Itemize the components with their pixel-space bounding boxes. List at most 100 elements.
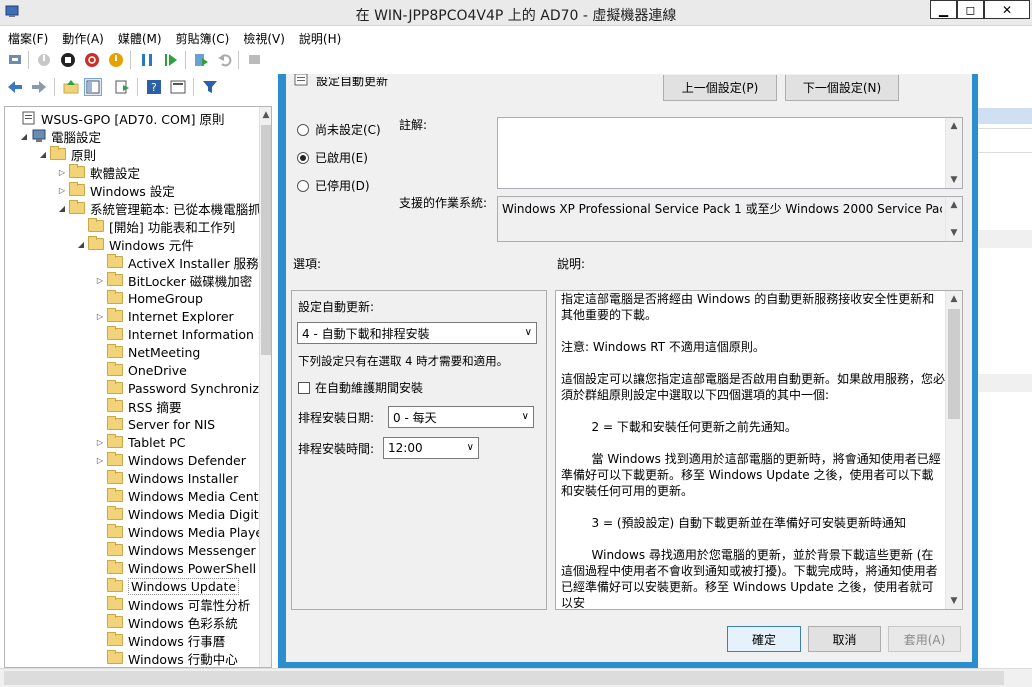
resume-icon[interactable] [162,51,180,69]
tree-computer-config[interactable]: ◢ 電腦設定 [19,127,101,145]
comment-textbox[interactable]: ▲ ▼ [497,117,963,189]
tree-vertical-scrollbar[interactable]: ▲ [259,107,271,667]
help-scrollbar[interactable]: ▲ ▼ [945,291,962,609]
tree-component-item[interactable]: Internet Information Se [95,325,271,343]
expanded-arrow-icon[interactable]: ◢ [19,132,29,141]
maintenance-checkbox[interactable]: 在自動維護期間安裝 [298,379,423,396]
radio-not-configured[interactable]: 尚未設定(C) [297,121,381,138]
tree-component-item[interactable]: ActiveX Installer 服務 [95,253,259,271]
tree-component-item[interactable]: ▷ BitLocker 磁碟機加密 [95,271,252,289]
tree-component-item[interactable]: Windows Media Playe [95,523,263,541]
radio-disabled[interactable]: 已停用(D) [297,177,370,194]
apply-button[interactable]: 套用(A) [888,626,961,652]
radio-circle[interactable] [297,179,309,192]
restore-button[interactable]: ◻ [957,0,984,19]
menu-media[interactable]: 媒體(M) [110,27,168,47]
tree-component-item[interactable]: Server for NIS [95,415,215,433]
horizontal-scrollbar[interactable] [0,668,1032,687]
show-tree-icon[interactable] [84,78,102,96]
expanded-arrow-icon[interactable]: ◢ [57,204,67,213]
tree-admin-templates[interactable]: ◢ 系統管理範本: 已從本機電腦抓 [57,199,261,217]
collapsed-arrow-icon[interactable]: ▷ [95,456,105,465]
tree-windows-components[interactable]: ◢ Windows 元件 [76,235,194,253]
tree-component-item[interactable]: ▷ Windows Defender [95,451,246,469]
next-setting-button[interactable]: 下一個設定(N) [785,75,899,101]
tree-component-item[interactable]: Windows Media Digita [95,505,266,523]
tree-component-item[interactable]: NetMeeting [95,343,200,361]
ok-button[interactable]: 確定 [727,626,801,652]
export-list-icon[interactable] [113,78,131,96]
install-day-dropdown[interactable]: 0 - 每天 ∨ [388,406,534,428]
comment-scrollbar[interactable]: ▲ ▼ [945,118,962,188]
collapsed-arrow-icon[interactable]: ▷ [57,168,67,177]
minimize-button[interactable]: ▁ [930,0,957,19]
tree-component-item[interactable]: OneDrive [95,361,187,379]
checkbox-box[interactable] [298,381,310,394]
shutdown-icon[interactable] [83,51,101,69]
radio-enabled[interactable]: 已啟用(E) [297,149,368,166]
collapsed-arrow-icon[interactable]: ▷ [95,438,105,447]
scroll-down-icon[interactable]: ▼ [946,593,962,609]
scroll-up-icon[interactable]: ▲ [946,291,962,307]
tree-component-item[interactable]: Windows 行動中心 [95,649,238,667]
tree-root[interactable]: WSUS-GPO [AD70. COM] 原則 [9,109,225,127]
prev-setting-button[interactable]: 上一個設定(P) [663,75,777,101]
tree-scroll-thumb[interactable] [261,125,271,355]
help-icon[interactable]: ? [145,78,163,96]
tree-component-item[interactable]: Windows 可靠性分析 [95,595,250,613]
tree-software-settings[interactable]: ▷ 軟體設定 [57,163,140,181]
tree-component-item[interactable]: HomeGroup [95,289,203,307]
checkpoint-icon[interactable] [192,51,210,69]
pause-icon[interactable] [138,51,156,69]
save-state-icon[interactable] [107,51,125,69]
radio-circle-selected[interactable] [297,151,309,164]
tree-component-item[interactable]: Windows Installer [95,469,238,487]
tree-component-item[interactable]: Password Synchronizat [95,379,271,397]
tree-component-item[interactable]: Windows Messenger [95,541,256,559]
revert-icon[interactable] [216,51,234,69]
scroll-down-icon[interactable]: ▼ [946,172,962,188]
menu-help[interactable]: 說明(H) [291,27,347,47]
up-folder-icon[interactable] [62,78,80,96]
turn-off-icon[interactable] [59,51,77,69]
tree-component-item[interactable]: ▷ Tablet PC [95,433,185,451]
radio-circle[interactable] [297,123,309,136]
expanded-arrow-icon[interactable]: ◢ [38,150,48,159]
collapsed-arrow-icon[interactable]: ▷ [57,186,67,195]
filter-icon[interactable] [201,78,219,96]
scroll-down-icon[interactable]: ▼ [946,225,962,241]
scroll-up-icon[interactable]: ▲ [946,197,962,213]
tree-component-item[interactable]: ▷ Internet Explorer [95,307,234,325]
scroll-up-icon[interactable]: ▲ [946,118,962,134]
cancel-button[interactable]: 取消 [808,626,881,652]
tree-component-item[interactable]: Windows 色彩系統 [95,613,238,631]
ctrl-alt-del-icon[interactable] [6,51,24,69]
tree-component-item[interactable]: Windows 行事曆 [95,631,225,649]
collapsed-arrow-icon[interactable]: ▷ [95,312,105,321]
enhanced-session-icon[interactable] [246,51,264,69]
install-time-dropdown[interactable]: 12:00 ∨ [383,437,479,459]
forward-arrow-icon[interactable] [30,78,48,96]
expanded-arrow-icon[interactable]: ◢ [76,240,86,249]
tree-component-item[interactable]: Windows Media Cente [95,487,266,505]
back-arrow-icon[interactable] [6,78,24,96]
menu-file[interactable]: 檔案(F) [0,27,54,47]
horizontal-scroll-thumb[interactable] [4,671,1004,685]
tree-windows-settings[interactable]: ▷ Windows 設定 [57,181,175,199]
start-icon[interactable] [35,51,53,69]
tree-policies[interactable]: ◢ 原則 [38,145,96,163]
collapsed-arrow-icon[interactable]: ▷ [95,276,105,285]
menu-view[interactable]: 檢視(V) [235,27,291,47]
help-scroll-thumb[interactable] [948,309,960,419]
supported-scrollbar[interactable]: ▲ ▼ [945,197,962,241]
tree-component-item[interactable]: RSS 摘要 [95,397,182,415]
scroll-up-icon[interactable]: ▲ [260,107,271,123]
close-button[interactable]: ✕ [984,0,1030,19]
menu-clipboard[interactable]: 剪貼簿(C) [168,27,236,47]
menu-action[interactable]: 動作(A) [54,27,110,47]
configure-dropdown[interactable]: 4 - 自動下載和排程安裝 ∨ [297,322,537,344]
tree-start-menu[interactable]: [開始] 功能表和工作列 [76,217,235,235]
tree-component-item[interactable]: Windows PowerShell [95,559,256,577]
tree-component-item[interactable]: Windows Update [95,577,240,595]
properties-icon[interactable] [169,78,187,96]
